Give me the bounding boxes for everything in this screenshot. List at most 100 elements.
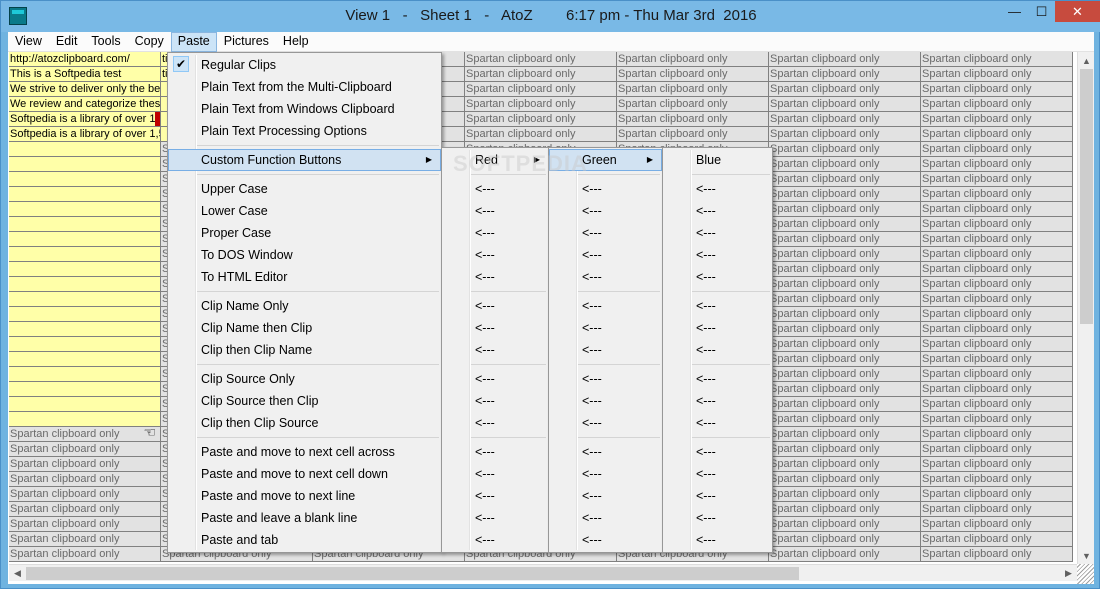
grid-cell[interactable]: Spartan clipboard only: [921, 472, 1073, 487]
submenu-item[interactable]: <---: [549, 390, 662, 412]
submenu-item[interactable]: <---: [442, 412, 548, 434]
submenu-item[interactable]: <---: [549, 244, 662, 266]
submenu-item[interactable]: <---: [663, 368, 772, 390]
grid-cell[interactable]: Spartan clipboard only: [9, 547, 161, 562]
grid-cell[interactable]: Spartan clipboard only: [921, 187, 1073, 202]
submenu-item[interactable]: <---: [549, 441, 662, 463]
grid-cell[interactable]: Spartan clipboard only: [921, 172, 1073, 187]
paste-menu-item[interactable]: Clip Name then Clip: [168, 317, 441, 339]
menu-edit[interactable]: Edit: [49, 32, 85, 52]
grid-cell[interactable]: We review and categorize thes: [9, 97, 161, 112]
paste-menu-item[interactable]: ✔ Regular Clips: [168, 54, 441, 76]
grid-cell[interactable]: Spartan clipboard only: [921, 217, 1073, 232]
grid-cell[interactable]: Spartan clipboard only: [921, 52, 1073, 67]
grid-cell[interactable]: Spartan clipboard only: [769, 277, 921, 292]
grid-cell[interactable]: Spartan clipboard only: [921, 112, 1073, 127]
grid-cell[interactable]: Spartan clipboard only: [9, 517, 161, 532]
grid-cell[interactable]: Spartan clipboard only: [769, 397, 921, 412]
submenu-item[interactable]: <---: [442, 441, 548, 463]
grid-cell[interactable]: Spartan clipboard only: [921, 277, 1073, 292]
submenu-item[interactable]: <---: [549, 317, 662, 339]
submenu-item[interactable]: <---: [663, 390, 772, 412]
grid-cell[interactable]: Spartan clipboard only: [9, 427, 161, 442]
grid-cell[interactable]: Spartan clipboard only: [769, 532, 921, 547]
grid-cell[interactable]: Spartan clipboard only: [465, 82, 617, 97]
submenu-item[interactable]: <---: [442, 507, 548, 529]
grid-cell[interactable]: [9, 202, 161, 217]
resize-grip-icon[interactable]: [1077, 564, 1094, 584]
grid-cell[interactable]: Spartan clipboard only: [921, 337, 1073, 352]
grid-cell[interactable]: Spartan clipboard only: [769, 127, 921, 142]
grid-cell[interactable]: Spartan clipboard only: [921, 202, 1073, 217]
submenu-item[interactable]: <---: [442, 244, 548, 266]
paste-menu-item[interactable]: Paste and leave a blank line: [168, 507, 441, 529]
submenu-item[interactable]: <---: [663, 295, 772, 317]
grid-cell[interactable]: Spartan clipboard only: [921, 457, 1073, 472]
grid-cell[interactable]: Softpedia is a library of over 1,5: [9, 112, 161, 127]
submenu-item[interactable]: <---: [549, 368, 662, 390]
grid-cell[interactable]: Spartan clipboard only: [769, 202, 921, 217]
grid-cell[interactable]: Spartan clipboard only: [9, 442, 161, 457]
submenu-item[interactable]: <---: [663, 222, 772, 244]
grid-cell[interactable]: [9, 142, 161, 157]
submenu-item[interactable]: <---: [549, 178, 662, 200]
grid-cell[interactable]: Spartan clipboard only: [921, 97, 1073, 112]
grid-cell[interactable]: Spartan clipboard only: [9, 457, 161, 472]
paste-menu-item[interactable]: Paste and move to next cell down: [168, 463, 441, 485]
submenu-item[interactable]: <---: [663, 266, 772, 288]
grid-cell[interactable]: Spartan clipboard only: [921, 67, 1073, 82]
grid-cell[interactable]: Spartan clipboard only: [769, 262, 921, 277]
paste-menu-item[interactable]: Plain Text from the Multi-Clipboard: [168, 76, 441, 98]
grid-cell[interactable]: [9, 187, 161, 202]
grid-cell[interactable]: Spartan clipboard only: [921, 292, 1073, 307]
submenu-item[interactable]: <---: [549, 463, 662, 485]
grid-cell[interactable]: Spartan clipboard only: [921, 82, 1073, 97]
grid-cell[interactable]: Spartan clipboard only: [9, 487, 161, 502]
grid-cell[interactable]: Spartan clipboard only: [921, 352, 1073, 367]
submenu-item[interactable]: <---: [442, 200, 548, 222]
vertical-scroll-thumb[interactable]: [1080, 69, 1093, 324]
grid-cell[interactable]: Softpedia is a library of over 1,5: [9, 127, 161, 142]
grid-cell[interactable]: Spartan clipboard only: [617, 52, 769, 67]
grid-cell[interactable]: Spartan clipboard only: [921, 502, 1073, 517]
grid-cell[interactable]: [9, 352, 161, 367]
submenu-item[interactable]: <---: [549, 529, 662, 551]
submenu-item[interactable]: <---: [549, 222, 662, 244]
grid-cell[interactable]: [9, 307, 161, 322]
grid-cell[interactable]: [9, 157, 161, 172]
grid-cell[interactable]: Spartan clipboard only: [921, 397, 1073, 412]
grid-cell[interactable]: Spartan clipboard only: [617, 97, 769, 112]
menu-tools[interactable]: Tools: [84, 32, 127, 52]
grid-cell[interactable]: Spartan clipboard only: [921, 382, 1073, 397]
grid-cell[interactable]: [9, 367, 161, 382]
menu-help[interactable]: Help: [276, 32, 316, 52]
grid-cell[interactable]: Spartan clipboard only: [921, 517, 1073, 532]
grid-cell[interactable]: Spartan clipboard only: [9, 472, 161, 487]
submenu-item[interactable]: <---: [442, 485, 548, 507]
paste-menu-item[interactable]: To HTML Editor: [168, 266, 441, 288]
submenu-item[interactable]: <---: [442, 266, 548, 288]
submenu-item[interactable]: <---: [549, 200, 662, 222]
menu-pictures[interactable]: Pictures: [217, 32, 276, 52]
menu-copy[interactable]: Copy: [128, 32, 171, 52]
grid-cell[interactable]: [9, 172, 161, 187]
grid-cell[interactable]: Spartan clipboard only: [921, 427, 1073, 442]
grid-cell[interactable]: Spartan clipboard only: [769, 157, 921, 172]
paste-menu-item[interactable]: Upper Case: [168, 178, 441, 200]
submenu-item[interactable]: <---: [442, 317, 548, 339]
grid-cell[interactable]: Spartan clipboard only: [465, 112, 617, 127]
submenu-item-green[interactable]: Green ▶: [549, 149, 662, 171]
submenu-item[interactable]: <---: [442, 368, 548, 390]
grid-cell[interactable]: Spartan clipboard only: [769, 547, 921, 562]
submenu-item[interactable]: <---: [442, 529, 548, 551]
paste-menu-item[interactable]: Proper Case: [168, 222, 441, 244]
submenu-item[interactable]: <---: [549, 266, 662, 288]
grid-cell[interactable]: Spartan clipboard only: [921, 532, 1073, 547]
submenu-item[interactable]: <---: [442, 178, 548, 200]
grid-cell[interactable]: Spartan clipboard only: [921, 127, 1073, 142]
grid-cell[interactable]: This is a Softpedia test: [9, 67, 161, 82]
submenu-item-blue[interactable]: Blue: [663, 149, 772, 171]
grid-cell[interactable]: Spartan clipboard only: [769, 427, 921, 442]
submenu-item[interactable]: <---: [442, 339, 548, 361]
grid-cell[interactable]: Spartan clipboard only: [769, 217, 921, 232]
